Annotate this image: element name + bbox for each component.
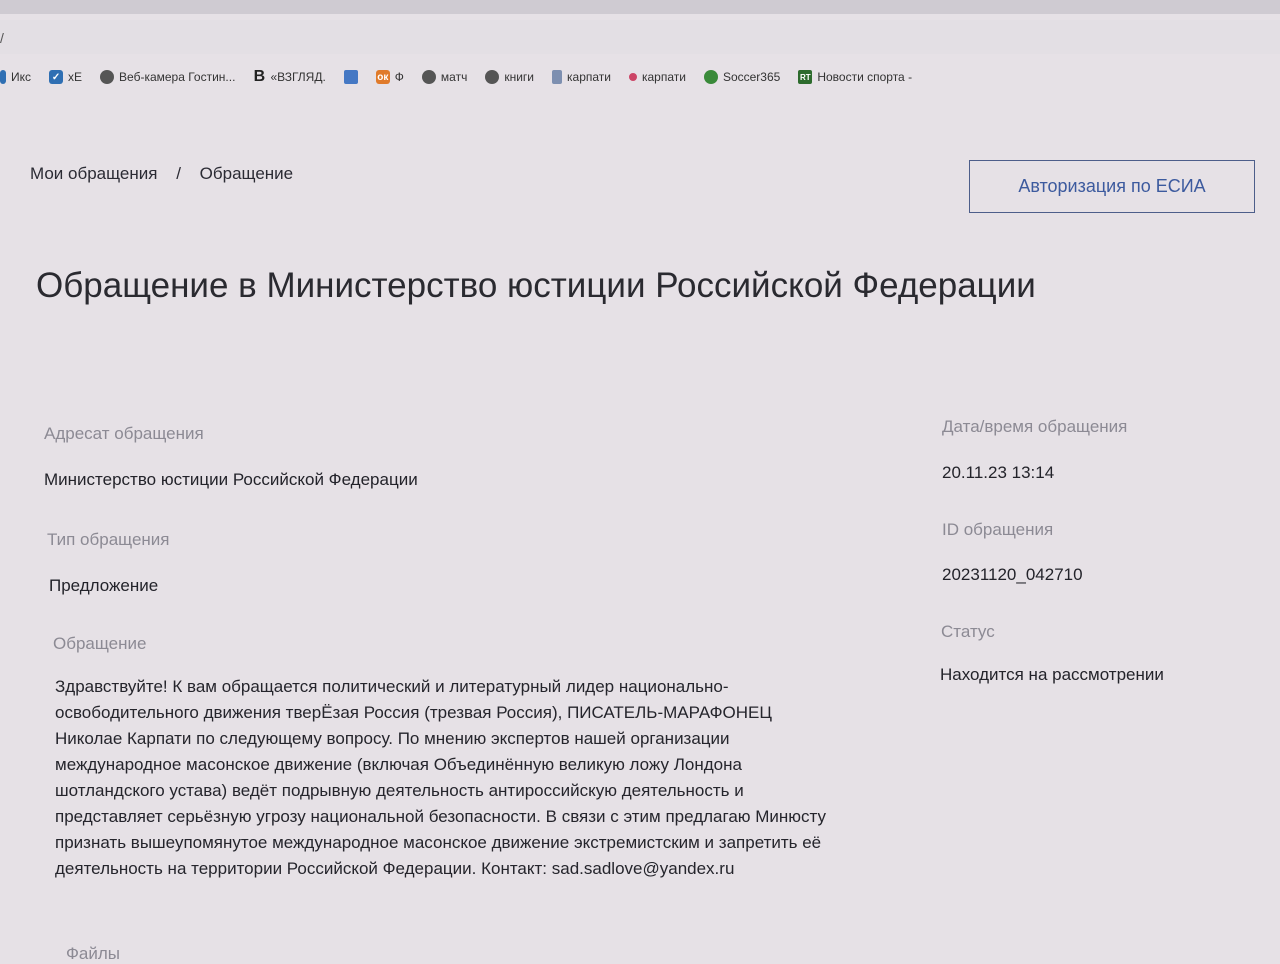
document-icon	[552, 70, 563, 84]
address-bar[interactable]: /	[0, 20, 1280, 54]
bookmark-item[interactable]: матч	[421, 70, 468, 84]
esia-auth-button[interactable]: Авторизация по ЕСИА	[969, 160, 1255, 213]
status-label: Статус	[941, 622, 995, 641]
bookmark-label: Веб-камера Гостин...	[119, 70, 236, 84]
browser-tab-strip	[0, 0, 1280, 14]
page-content: Мои обращения / Обращение Авторизация по…	[0, 92, 1280, 963]
bookmark-label: матч	[440, 70, 468, 84]
rt-icon: RT	[798, 70, 813, 84]
bookmark-item[interactable]: карпати	[552, 70, 611, 84]
globe-icon	[485, 70, 500, 84]
monitor-icon	[343, 70, 358, 84]
vzglyad-icon: B	[253, 68, 266, 85]
addressee-value: Министерство юстиции Российской Федераци…	[44, 470, 418, 489]
datetime-label: Дата/время обращения	[942, 417, 1128, 436]
breadcrumb: Мои обращения / Обращение	[30, 164, 293, 184]
bookmark-label: книги	[504, 70, 535, 84]
type-label: Тип обращения	[47, 530, 170, 549]
bookmark-item[interactable]: ок Ф	[375, 70, 404, 84]
breadcrumb-my-appeals-link[interactable]: Мои обращения	[30, 164, 157, 183]
message-label: Обращение	[53, 634, 147, 653]
odnoklassniki-icon: ок	[375, 70, 390, 84]
bookmark-item[interactable]: B «ВЗГЛЯД.	[253, 68, 326, 85]
breadcrumb-separator: /	[176, 164, 181, 183]
bookmark-item[interactable]: Soccer365	[703, 70, 781, 84]
page-title: Обращение в Министерство юстиции Российс…	[36, 266, 1036, 305]
status-value: Находится на рассмотрении	[940, 665, 1164, 684]
vk-icon: ✓	[49, 70, 64, 84]
bookmark-icon	[0, 70, 6, 84]
bookmarks-bar: Икс ✓ хЕ Веб-камера Гостин... B «ВЗГЛЯД.…	[0, 62, 1280, 92]
bookmark-item[interactable]	[343, 70, 358, 84]
url-text: /	[0, 30, 4, 46]
message-text: Здравствуйте! К вам обращается политичес…	[55, 677, 827, 878]
bookmark-item[interactable]: Икс	[0, 70, 31, 84]
bookmark-label: Икс	[11, 70, 32, 84]
breadcrumb-current: Обращение	[199, 164, 294, 183]
bookmark-item[interactable]: RT Новости спорта -	[798, 70, 912, 84]
datetime-value: 20.11.23 13:14	[942, 463, 1055, 482]
bookmark-label: Ф	[394, 70, 404, 84]
bookmark-label: Soccer365	[722, 70, 781, 84]
soccer-ball-icon	[703, 70, 718, 84]
appeal-id-value: 20231120_042710	[942, 565, 1083, 584]
bookmark-item[interactable]: ✓ хЕ	[49, 70, 82, 84]
files-label: Файлы	[66, 944, 121, 963]
bookmark-item[interactable]: Веб-камера Гостин...	[100, 70, 235, 84]
bookmark-label: карпати	[641, 70, 686, 84]
bookmark-label: «ВЗГЛЯД.	[270, 70, 326, 84]
bookmark-item[interactable]: книги	[485, 70, 534, 84]
appeal-id-label: ID обращения	[942, 520, 1054, 539]
bookmark-label: карпати	[567, 70, 611, 84]
globe-icon	[100, 70, 115, 84]
bookmark-label: хЕ	[68, 70, 83, 84]
dot-icon	[628, 73, 637, 81]
bookmark-item[interactable]: карпати	[628, 70, 686, 84]
type-value: Предложение	[49, 576, 159, 595]
bookmark-label: Новости спорта -	[817, 70, 913, 84]
addressee-label: Адресат обращения	[44, 424, 204, 443]
globe-icon	[421, 70, 436, 84]
